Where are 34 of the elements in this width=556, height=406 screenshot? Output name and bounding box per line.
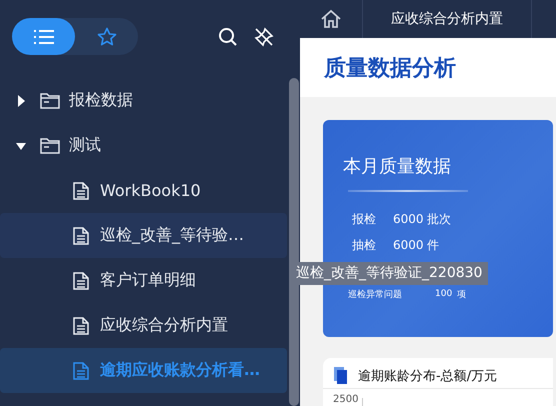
tree-folder[interactable]: 测试 [0,123,287,168]
stat-unit: 项 [457,288,466,300]
document-icon [73,272,89,290]
unpin-icon[interactable] [254,26,274,46]
tree-item[interactable]: 客户订单明细 [0,258,287,303]
stat-unit: 批次 [427,210,451,228]
stat-unit: 件 [427,236,439,254]
document-icon [73,226,89,244]
tree-item[interactable]: 巡检_改善_等待验… [0,213,287,258]
folder-icon [40,92,60,110]
page-title: 质量数据分析 [324,54,456,82]
document-icon [73,316,89,334]
caret-icon [16,94,26,106]
axis-label: 2500 [333,394,358,406]
stat-label: 巡检异常问题 [348,288,403,300]
home-icon [320,9,342,29]
list-icon [34,28,54,44]
search-icon[interactable] [218,26,238,46]
chart-icon [334,367,348,385]
stat-value: 6000 [393,238,425,252]
stat-value: 6000 [393,212,425,226]
document-icon [73,182,89,200]
chart-title: 逾期账龄分布-总额/万元 [358,368,498,385]
list-view-button[interactable] [12,18,75,55]
stat-label: 报检 [352,210,377,228]
stat-label: 抽检 [352,236,377,254]
document-icon [73,362,89,380]
tree-item[interactable]: WorkBook10 [0,168,287,213]
tree-folder[interactable]: 报检数据 [0,78,287,123]
stat-value: 100 [435,289,454,299]
star-icon [96,26,116,46]
folder-icon [40,136,60,154]
tree-item[interactable]: 应收综合分析内置 [0,303,287,348]
card-title: 本月质量数据 [343,155,452,178]
